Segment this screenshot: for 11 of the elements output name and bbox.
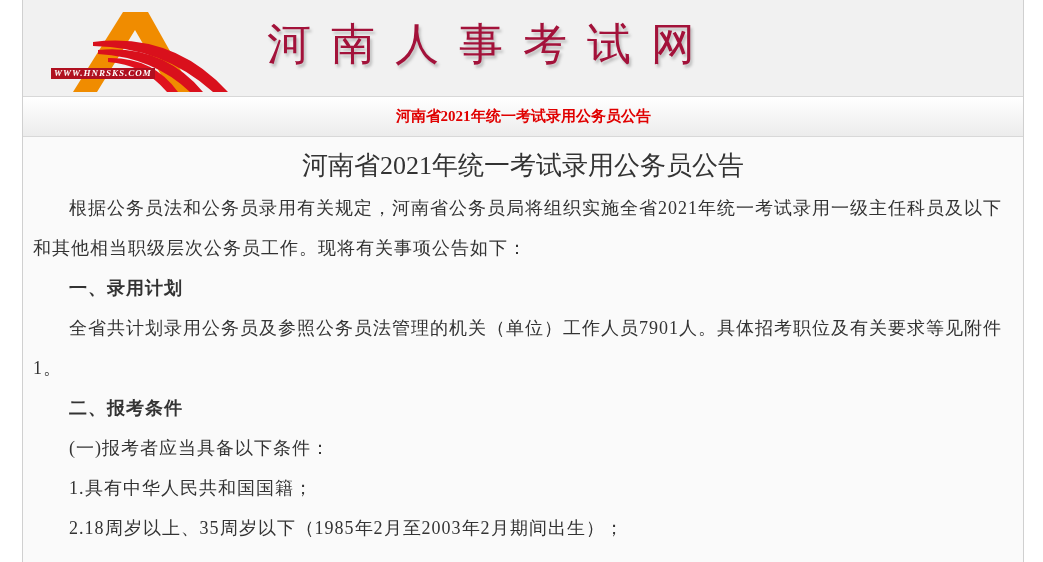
paragraph: (一)报考者应当具备以下条件： bbox=[68, 437, 331, 460]
article-title: 河南省2021年统一考试录用公务员公告 bbox=[301, 150, 745, 182]
paragraph: 1.具有中华人民共和国国籍； bbox=[68, 477, 314, 500]
paragraph: 2.18周岁以上、35周岁以下（1985年2月至2003年2月期间出生）； bbox=[68, 517, 625, 540]
paragraph: 全省共计划录用公务员及参照公务员法管理的机关（单位）工作人员7901人。具体招考职位及有关要求等见附件1。 bbox=[33, 317, 1003, 380]
site-name: 河南人事考试网 bbox=[267, 19, 715, 71]
section-heading: 一、录用计划 bbox=[68, 277, 184, 300]
paragraph: 根据公务员法和公务员录用有关规定，河南省公务员局将组织实施全省2021年统一考试录用一级主任科员及以下和其他相当职级层次公务员工作。现将有关事项公告如下： bbox=[33, 197, 1003, 260]
logo-url: WWW.HNRSKS.COM bbox=[51, 68, 155, 79]
section-heading: 二、报考条件 bbox=[68, 397, 184, 420]
title-bar-text: 河南省2021年统一考试录用公务员公告 bbox=[395, 107, 651, 127]
